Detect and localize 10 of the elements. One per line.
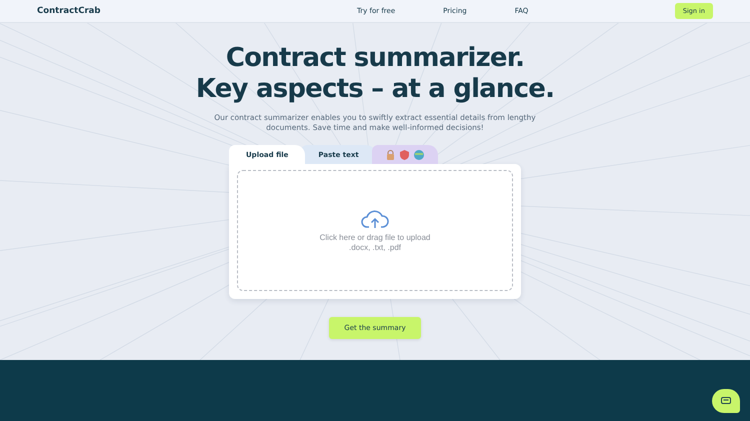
globe-icon — [414, 150, 424, 160]
cloud-upload-icon — [361, 209, 389, 229]
chat-icon — [721, 396, 731, 406]
shield-icon — [400, 150, 409, 160]
upload-prompt: Click here or drag file to upload — [320, 233, 430, 242]
tab[interactable] — [372, 145, 438, 164]
lock-icon — [386, 150, 395, 160]
logo[interactable]: ContractCrab — [37, 6, 100, 16]
hero-title: Contract summarizer. Key aspects – at a glance. — [196, 43, 554, 105]
file-formats: .docx, .txt, .pdf — [348, 242, 402, 252]
